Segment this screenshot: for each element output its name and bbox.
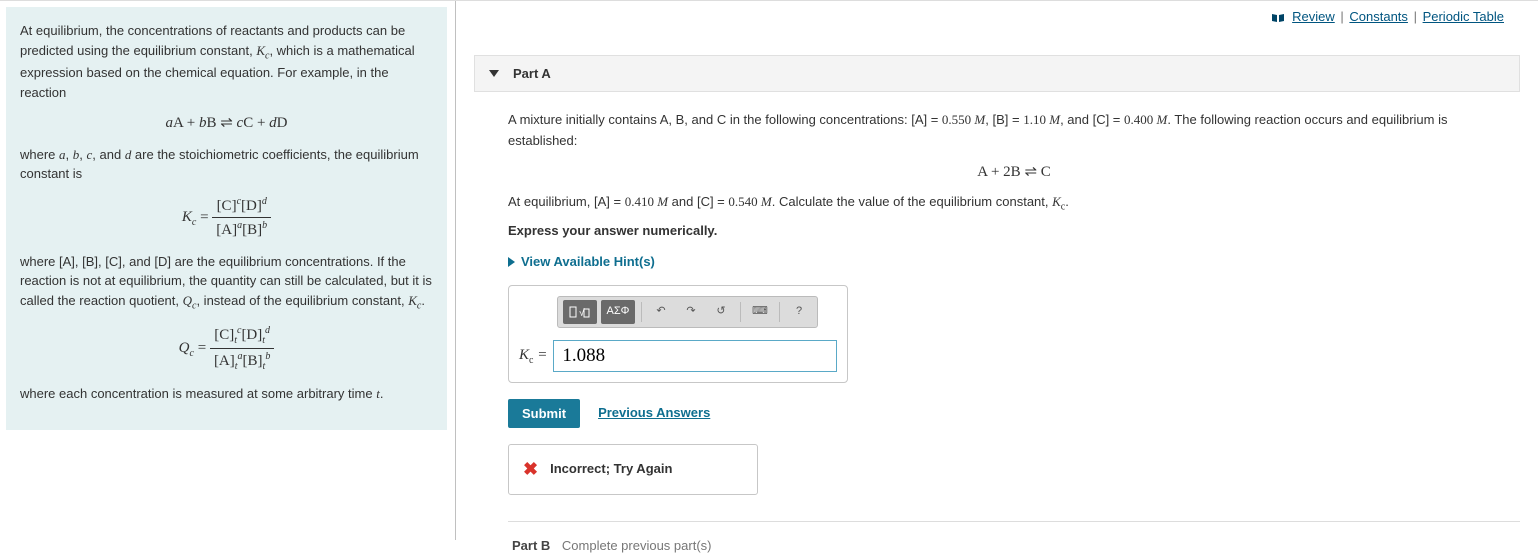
part-a-header[interactable]: Part A <box>474 55 1520 92</box>
previous-answers-link[interactable]: Previous Answers <box>598 403 710 424</box>
intro-p4: where each concentration is measured at … <box>20 384 433 404</box>
feedback-box: ✖ Incorrect; Try Again <box>508 444 758 495</box>
undo-button[interactable]: ↶ <box>648 300 674 324</box>
part-b-row: Part B Complete previous part(s) <box>508 536 1520 556</box>
divider <box>508 521 1520 522</box>
instruction-text: Express your answer numerically. <box>508 221 1520 242</box>
view-hints-link[interactable]: View Available Hint(s) <box>508 252 655 273</box>
problem-text-1: A mixture initially contains A, B, and C… <box>508 110 1520 152</box>
help-button[interactable]: ? <box>786 300 812 324</box>
periodic-table-link[interactable]: Periodic Table <box>1423 9 1504 24</box>
caret-down-icon <box>489 70 499 77</box>
caret-right-icon <box>508 257 515 267</box>
part-a-title: Part A <box>513 66 551 81</box>
reset-button[interactable]: ↺ <box>708 300 734 324</box>
intro-p3: where [A], [B], [C], and [D] are the equ… <box>20 252 433 314</box>
main-panel: Review | Constants | Periodic Table Part… <box>456 1 1538 540</box>
fraction-tool-button[interactable]: √ <box>563 300 597 324</box>
incorrect-icon: ✖ <box>523 455 538 484</box>
intro-kc-equation: Kc = [C]c[D]d [A]a[B]b <box>20 194 433 242</box>
keyboard-button[interactable]: ⌨ <box>747 300 773 324</box>
part-a-body: A mixture initially contains A, B, and C… <box>474 92 1520 556</box>
intro-content: At equilibrium, the concentrations of re… <box>6 7 447 430</box>
intro-equation-1: aA + bB ⇌ cC + dD <box>20 112 433 135</box>
review-link[interactable]: Review <box>1292 9 1335 24</box>
greek-tool-button[interactable]: ΑΣΦ <box>601 300 635 324</box>
kc-label: Kc = <box>519 343 547 369</box>
redo-button[interactable]: ↷ <box>678 300 704 324</box>
answer-box: √ ΑΣΦ ↶ ↷ ↺ ⌨ ? Kc = <box>508 285 848 383</box>
equation-toolbar: √ ΑΣΦ ↶ ↷ ↺ ⌨ ? <box>557 296 818 328</box>
answer-input[interactable] <box>553 340 837 372</box>
top-links: Review | Constants | Periodic Table <box>1271 9 1505 24</box>
intro-qc-equation: Qc = [C]tc[D]td [A]ta[B]tb <box>20 323 433 374</box>
constants-link[interactable]: Constants <box>1349 9 1408 24</box>
problem-text-2: At equilibrium, [A] = 0.410 M and [C] = … <box>508 192 1520 216</box>
submit-button[interactable]: Submit <box>508 399 580 428</box>
intro-panel: At equilibrium, the concentrations of re… <box>0 1 456 540</box>
book-icon <box>1271 13 1285 23</box>
reaction-equation: A + 2B ⇌ C <box>508 160 1520 184</box>
feedback-message: Incorrect; Try Again <box>550 459 672 480</box>
intro-p2: where a, b, c, and d are the stoichiomet… <box>20 145 433 184</box>
intro-p1: At equilibrium, the concentrations of re… <box>20 21 433 102</box>
